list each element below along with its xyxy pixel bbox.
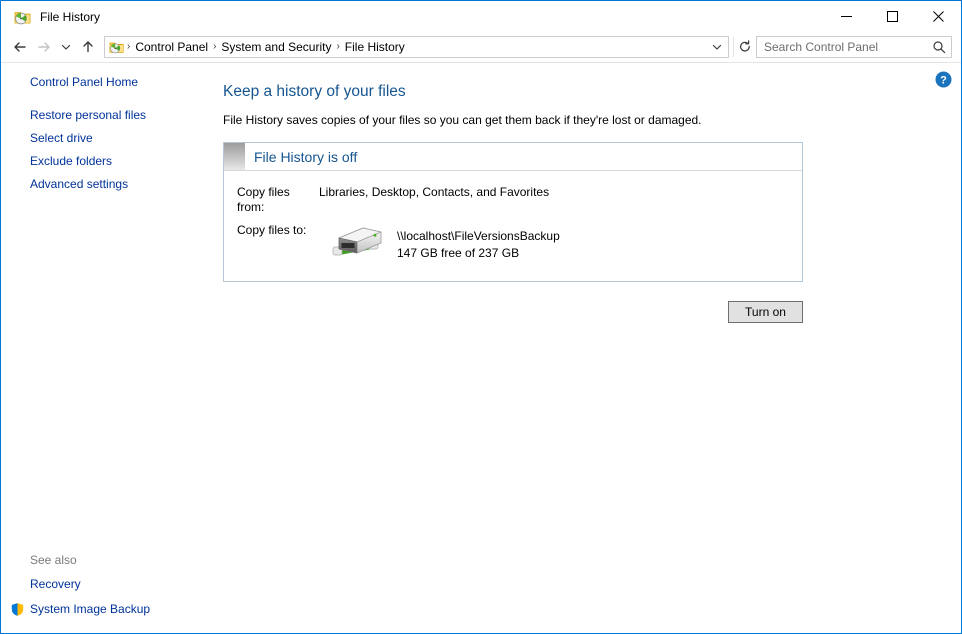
- network-drive-icon: [329, 221, 385, 265]
- forward-button[interactable]: [32, 35, 56, 59]
- action-row: Turn on: [223, 301, 803, 323]
- turn-on-button[interactable]: Turn on: [728, 301, 803, 323]
- copy-files-to-row: Copy files to: \\localhost\FileVersionsB…: [224, 223, 802, 265]
- page-title: Keep a history of your files: [223, 83, 406, 100]
- sidebar-item-advanced-settings[interactable]: Advanced settings: [1, 173, 223, 196]
- drive-info: \\localhost\FileVersionsBackup 147 GB fr…: [397, 223, 560, 265]
- see-also-section: See also Recovery System Image Backup: [1, 549, 223, 622]
- copy-files-from-row: Copy files from: Libraries, Desktop, Con…: [224, 185, 802, 215]
- shield-icon: [10, 602, 25, 617]
- maximize-button[interactable]: [869, 1, 915, 32]
- page-description: File History saves copies of your files …: [223, 113, 702, 127]
- window-controls: [823, 1, 961, 32]
- chevron-down-icon[interactable]: [706, 37, 728, 57]
- sidebar-item-select-drive[interactable]: Select drive: [1, 127, 223, 150]
- breadcrumb-item-control-panel[interactable]: Control Panel: [131, 37, 212, 57]
- search-input[interactable]: Search Control Panel: [757, 40, 927, 54]
- sidebar: Control Panel Home Restore personal file…: [1, 63, 223, 633]
- close-button[interactable]: [915, 1, 961, 32]
- file-history-icon: [14, 8, 32, 26]
- minimize-button[interactable]: [823, 1, 869, 32]
- search-icon[interactable]: [927, 40, 951, 54]
- control-panel-icon: [109, 39, 125, 55]
- drive-path: \\localhost\FileVersionsBackup: [397, 229, 560, 243]
- status-panel: File History is off Copy files from: Lib…: [223, 142, 803, 282]
- copy-files-from-label: Copy files from:: [237, 185, 290, 214]
- drive-space: 147 GB free of 237 GB: [397, 246, 520, 260]
- status-badge: File History is off: [254, 148, 358, 165]
- see-also-item-label: System Image Backup: [30, 602, 151, 616]
- file-history-window: File History › Control Panel › System an…: [0, 0, 962, 634]
- content-area: Control Panel Home Restore personal file…: [1, 62, 961, 633]
- status-header: File History is off: [224, 143, 802, 171]
- recent-locations-button[interactable]: [56, 35, 76, 59]
- copy-files-from-value: Libraries, Desktop, Contacts, and Favori…: [319, 185, 550, 199]
- svg-text:?: ?: [940, 74, 947, 86]
- see-also-item-system-image-backup[interactable]: System Image Backup: [1, 597, 223, 622]
- main-pane: ? Keep a history of your files File Hist…: [223, 63, 961, 633]
- up-button[interactable]: [76, 35, 100, 59]
- title-bar: File History: [1, 1, 961, 32]
- copy-files-to-label: Copy files to:: [237, 223, 307, 237]
- status-body: Copy files from: Libraries, Desktop, Con…: [224, 171, 802, 281]
- breadcrumb-item-file-history[interactable]: File History: [341, 37, 409, 57]
- search-box[interactable]: Search Control Panel: [756, 36, 952, 58]
- address-toolbar: › Control Panel › System and Security › …: [1, 32, 961, 62]
- status-indicator: [224, 143, 245, 170]
- refresh-icon[interactable]: [733, 37, 756, 57]
- sidebar-item-restore-personal-files[interactable]: Restore personal files: [1, 104, 223, 127]
- breadcrumb-item-system-and-security[interactable]: System and Security: [217, 37, 335, 57]
- sidebar-item-control-panel-home[interactable]: Control Panel Home: [1, 71, 223, 94]
- help-icon[interactable]: ?: [935, 71, 952, 88]
- window-title: File History: [40, 9, 101, 24]
- sidebar-item-exclude-folders[interactable]: Exclude folders: [1, 150, 223, 173]
- address-bar[interactable]: › Control Panel › System and Security › …: [104, 36, 729, 58]
- see-also-title: See also: [30, 553, 77, 567]
- see-also-item-recovery[interactable]: Recovery: [1, 572, 223, 597]
- back-button[interactable]: [8, 35, 32, 59]
